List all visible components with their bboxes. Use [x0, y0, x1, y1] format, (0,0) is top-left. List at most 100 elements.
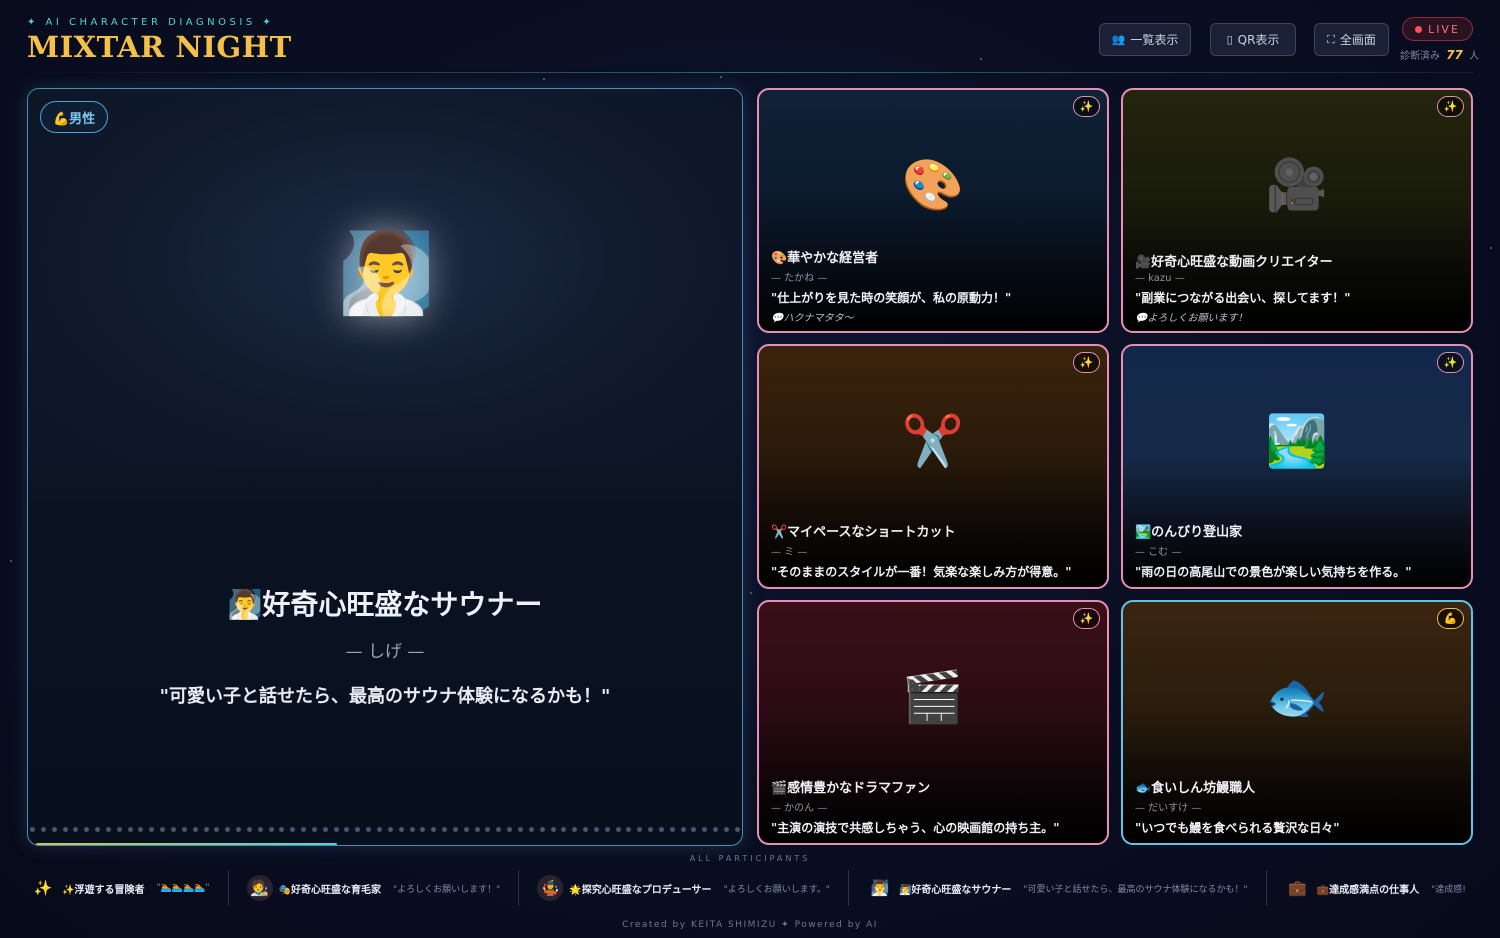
participant-title: ✨浮遊する冒険者 — [62, 884, 145, 896]
carousel-dot[interactable] — [40, 827, 46, 832]
carousel-dot[interactable] — [138, 827, 144, 832]
carousel-dot[interactable] — [615, 827, 621, 832]
carousel-dots[interactable] — [28, 827, 742, 833]
qr-display-label: QR表示 — [1237, 33, 1280, 47]
carousel-dot[interactable] — [236, 827, 242, 832]
carousel-dot[interactable] — [268, 827, 274, 832]
carousel-dot[interactable] — [572, 827, 578, 832]
carousel-dot[interactable] — [203, 827, 209, 832]
carousel-dot[interactable] — [485, 827, 491, 832]
carousel-dot[interactable] — [170, 827, 176, 832]
participants-ticker[interactable]: ✨ ✨浮遊する冒険者 "🏊🏊🏊🏊" 🧑‍🎨 🎭好奇心旺盛な育毛家 "よろしくお願… — [30, 868, 1474, 908]
avatar: 🧑‍🎨 — [246, 875, 273, 901]
carousel-dot[interactable] — [355, 827, 361, 832]
carousel-dot[interactable] — [637, 827, 643, 832]
carousel-dot[interactable] — [452, 827, 458, 832]
qr-display-button[interactable]: ▯ QR表示 — [1210, 23, 1296, 56]
carousel-dot[interactable] — [377, 827, 382, 832]
carousel-dot[interactable] — [192, 827, 198, 832]
carousel-dot[interactable] — [713, 827, 719, 832]
carousel-dot[interactable] — [734, 827, 740, 832]
carousel-dot[interactable] — [442, 827, 448, 832]
carousel-dot[interactable] — [333, 827, 339, 832]
carousel-dot[interactable] — [181, 827, 187, 832]
character-card[interactable]: ✂️ ✨ ✂️マイペースなショートカット — ミ — "そのままのスタイルが一番… — [757, 344, 1109, 589]
participant-item[interactable]: 💼 💼達成感満点の仕事人 "達成感! — [1285, 870, 1474, 906]
participant-item[interactable]: 🤹 🌟探究心旺盛なプロデューサー "よろしくお願いします。" — [537, 870, 849, 906]
sparkle-icon: ✨ — [1073, 608, 1100, 629]
participants-label: ALL PARTICIPANTS — [689, 854, 811, 863]
carousel-dot[interactable] — [160, 827, 166, 832]
carousel-dot[interactable] — [528, 827, 534, 832]
carousel-dot[interactable] — [279, 827, 285, 832]
star-decoration — [543, 78, 545, 80]
carousel-dot[interactable] — [387, 827, 393, 832]
carousel-dot[interactable] — [73, 827, 79, 832]
carousel-dot[interactable] — [420, 827, 426, 832]
diagnosed-count: 診断済み 77 人 — [1400, 47, 1479, 62]
character-card[interactable]: 🎥 ✨ 🎥好奇心旺盛な動画クリエイター — kazu — "副業につながる出会い… — [1121, 88, 1473, 333]
carousel-dot[interactable] — [62, 827, 68, 832]
carousel-dot[interactable] — [593, 827, 599, 832]
carousel-dot[interactable] — [344, 827, 350, 832]
carousel-dot[interactable] — [257, 827, 263, 832]
carousel-dot[interactable] — [116, 827, 122, 832]
carousel-dot[interactable] — [149, 827, 155, 832]
carousel-dot[interactable] — [724, 827, 729, 832]
featured-card[interactable]: 💪男性 🧖‍♂️ 🧖‍♂️好奇心旺盛なサウナー — しげ — "可愛い子と話せた… — [27, 88, 743, 846]
carousel-dot[interactable] — [669, 827, 675, 832]
carousel-dot[interactable] — [311, 827, 317, 832]
carousel-dot[interactable] — [702, 827, 708, 832]
carousel-dot[interactable] — [550, 827, 556, 832]
carousel-dot[interactable] — [507, 827, 513, 832]
carousel-dot[interactable] — [84, 827, 90, 832]
carousel-dot[interactable] — [290, 827, 296, 832]
carousel-dot[interactable] — [127, 827, 133, 832]
character-card[interactable]: 🎬 ✨ 🎬感情豊かなドラマファン — かのん — "主演の演技で共感しちゃう、心… — [757, 600, 1109, 845]
carousel-dot[interactable] — [474, 827, 480, 832]
sauna-person-icon: 🧖‍♂️ — [337, 228, 435, 319]
carousel-dot[interactable] — [214, 827, 220, 832]
featured-name: — しげ — — [345, 642, 425, 662]
character-card[interactable]: 🎨 ✨ 🎨華やかな経営者 — たかね — "仕上がりを見た時の笑顔が、私の原動力… — [757, 88, 1109, 333]
count-number: 77 — [1446, 48, 1463, 62]
carousel-dot[interactable] — [246, 827, 252, 832]
carousel-dot[interactable] — [225, 827, 231, 832]
people-icon: 👥 — [1111, 33, 1126, 46]
participant-item[interactable]: 🧑‍🎨 🎭好奇心旺盛な育毛家 "よろしくお願いします！" — [246, 870, 520, 906]
fullscreen-button[interactable]: ⛶ 全画面 — [1314, 23, 1389, 56]
carousel-dot[interactable] — [680, 827, 686, 832]
carousel-dot[interactable] — [691, 827, 697, 832]
carousel-dot[interactable] — [398, 827, 404, 832]
star-decoration — [750, 592, 752, 594]
card-name: — ミ — — [771, 547, 808, 558]
carousel-dot[interactable] — [496, 827, 502, 832]
participant-item[interactable]: 🧖‍♂️ 🧖‍♂️好奇心旺盛なサウナー "可愛い子と話せたら、最高のサウナ体験に… — [867, 870, 1267, 906]
carousel-dot[interactable] — [95, 827, 101, 832]
carousel-dot[interactable] — [539, 827, 545, 832]
carousel-dot[interactable] — [366, 827, 372, 832]
carousel-dot[interactable] — [517, 827, 523, 832]
carousel-dot[interactable] — [30, 827, 35, 832]
carousel-dot[interactable] — [431, 827, 437, 832]
carousel-dot[interactable] — [583, 827, 589, 832]
participant-item[interactable]: ✨ ✨浮遊する冒険者 "🏊🏊🏊🏊" — [30, 870, 229, 906]
character-card[interactable]: 🏞️ ✨ 🏞️のんびり登山家 — こむ — "雨の日の高尾山での景色が楽しい気持… — [1121, 344, 1473, 589]
carousel-dot[interactable] — [604, 827, 610, 832]
list-view-button[interactable]: 👥 一覧表示 — [1099, 23, 1191, 56]
participant-title: 💼達成感満点の仕事人 — [1316, 884, 1420, 896]
card-title: ✂️マイペースなショートカット — [771, 525, 956, 540]
carousel-dot[interactable] — [463, 827, 469, 832]
carousel-dot[interactable] — [409, 827, 415, 832]
character-card[interactable]: 🐟 💪 🐟食いしん坊鰻職人 — だいすけ — "いつでも鰻を食べられる贅沢な日々… — [1121, 600, 1473, 845]
carousel-dot[interactable] — [658, 827, 664, 832]
carousel-dot[interactable] — [105, 827, 111, 832]
carousel-dot[interactable] — [301, 827, 307, 832]
carousel-dot[interactable] — [648, 827, 654, 832]
card-title: 🎬感情豊かなドラマファン — [771, 781, 931, 796]
carousel-dot[interactable] — [561, 827, 567, 832]
carousel-dot[interactable] — [626, 827, 632, 832]
carousel-dot[interactable] — [51, 827, 57, 832]
muscle-icon: 💪 — [1437, 608, 1464, 629]
carousel-dot[interactable] — [322, 827, 328, 832]
